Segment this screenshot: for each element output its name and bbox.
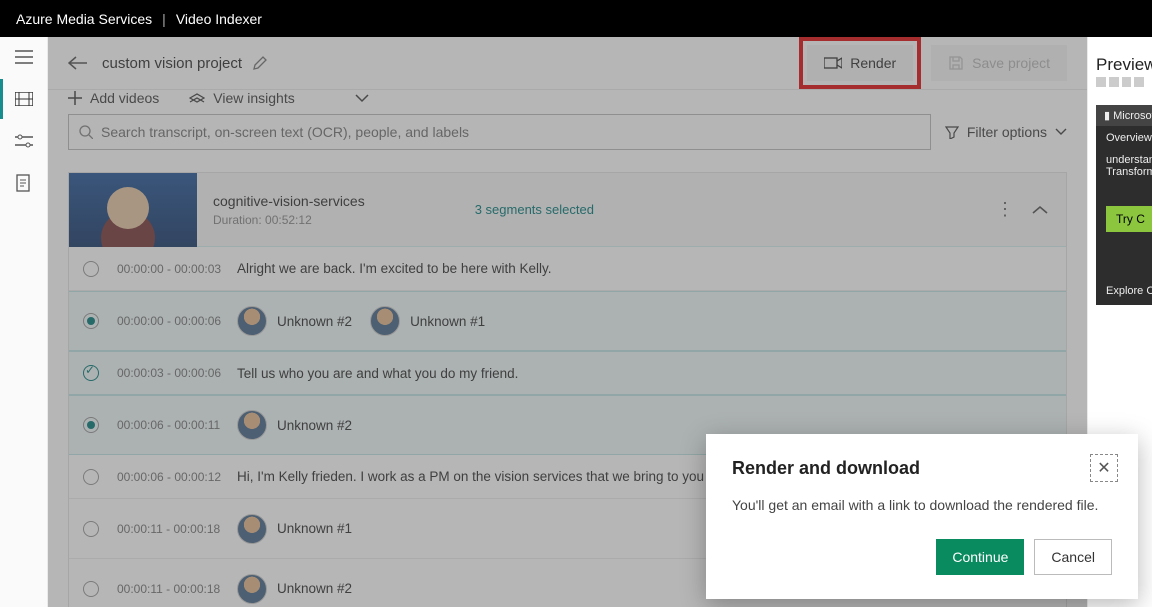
render-highlight-box: Render — [799, 37, 921, 89]
row-timestamp: 00:00:00 - 00:00:06 — [117, 314, 237, 328]
preview-explore: Explore Co — [1106, 285, 1152, 297]
product-label: Video Indexer — [176, 11, 262, 27]
hamburger-icon[interactable] — [14, 47, 34, 67]
row-selector[interactable] — [83, 417, 99, 433]
segments-selected-label: 3 segments selected — [475, 202, 594, 217]
more-options-icon[interactable]: ⋮ — [996, 199, 1014, 220]
person-name: Unknown #2 — [277, 314, 352, 329]
row-timestamp: 00:00:11 - 00:00:18 — [117, 522, 237, 536]
row-timestamp: 00:00:00 - 00:00:03 — [117, 262, 237, 276]
back-arrow-icon[interactable] — [68, 56, 88, 70]
filter-options-label: Filter options — [967, 124, 1047, 140]
add-videos-label: Add videos — [90, 90, 159, 106]
continue-button[interactable]: Continue — [936, 539, 1024, 575]
preview-overview: Overview — [1106, 132, 1152, 144]
row-selector[interactable] — [83, 313, 99, 329]
segment-row[interactable]: 00:00:00 - 00:00:06 Unknown #2 Unknown #1 — [69, 291, 1066, 351]
render-button[interactable]: Render — [807, 45, 913, 81]
row-timestamp: 00:00:03 - 00:00:06 — [117, 366, 237, 380]
row-selector[interactable] — [83, 521, 99, 537]
segment-row[interactable]: 00:00:03 - 00:00:06Tell us who you are a… — [69, 351, 1066, 395]
video-projects-icon[interactable] — [14, 89, 34, 109]
project-toolbar: custom vision project Render Save projec… — [48, 37, 1087, 90]
save-project-button: Save project — [931, 45, 1067, 81]
brand-separator: | — [162, 11, 166, 27]
left-rail — [0, 37, 48, 607]
row-selector[interactable] — [83, 581, 99, 597]
person-avatar[interactable] — [237, 574, 267, 604]
filter-options-button[interactable]: Filter options — [945, 124, 1067, 140]
preview-title: Preview — [1096, 55, 1144, 75]
dialog-title: Render and download — [732, 458, 1112, 479]
secondary-toolbar: Add videos View insights — [48, 90, 1087, 106]
preview-line1: understand — [1106, 154, 1152, 166]
row-selector[interactable] — [83, 469, 99, 485]
person-name: Unknown #1 — [277, 521, 352, 536]
search-input[interactable] — [101, 124, 920, 140]
preview-toolbar-icons — [1096, 77, 1144, 87]
person-avatar[interactable] — [237, 306, 267, 336]
chevron-down-icon[interactable] — [355, 93, 369, 103]
row-timestamp: 00:00:06 - 00:00:12 — [117, 470, 237, 484]
search-row: Filter options — [48, 106, 1087, 164]
transcript-text: Tell us who you are and what you do my f… — [237, 366, 518, 381]
cancel-button[interactable]: Cancel — [1034, 539, 1112, 575]
save-icon — [948, 55, 964, 71]
preview-line2: Transform — [1106, 166, 1152, 178]
person-avatar[interactable] — [237, 410, 267, 440]
person-name: Unknown #2 — [277, 418, 352, 433]
video-name: cognitive-vision-services — [213, 193, 365, 209]
insights-icon — [189, 91, 205, 105]
dialog-body: You'll get an email with a link to downl… — [732, 497, 1112, 513]
video-header: cognitive-vision-services Duration: 00:5… — [69, 173, 1066, 247]
row-selector[interactable] — [83, 261, 99, 277]
person-name: Unknown #2 — [277, 581, 352, 596]
person-avatar[interactable] — [370, 306, 400, 336]
filter-icon — [945, 125, 959, 139]
settings-sliders-icon[interactable] — [14, 131, 34, 151]
person-avatar[interactable] — [237, 514, 267, 544]
add-videos-button[interactable]: Add videos — [68, 90, 159, 106]
segment-row[interactable]: 00:00:00 - 00:00:03Alright we are back. … — [69, 247, 1066, 291]
view-insights-button[interactable]: View insights — [189, 90, 294, 106]
row-timestamp: 00:00:06 - 00:00:11 — [117, 418, 237, 432]
top-bar: Azure Media Services | Video Indexer — [0, 0, 1152, 37]
chevron-down-icon — [1055, 128, 1067, 136]
preview-ms-label: ▮ Microsoft — [1096, 105, 1152, 126]
search-icon — [79, 125, 93, 139]
document-icon[interactable] — [14, 173, 34, 193]
render-dialog: ✕ Render and download You'll get an emai… — [706, 434, 1138, 599]
row-selector[interactable] — [83, 365, 99, 381]
chevron-up-icon[interactable] — [1032, 205, 1048, 215]
render-icon — [824, 56, 842, 70]
row-timestamp: 00:00:11 - 00:00:18 — [117, 582, 237, 596]
render-label: Render — [850, 55, 896, 71]
search-box[interactable] — [68, 114, 931, 150]
video-thumbnail[interactable] — [69, 173, 197, 247]
transcript-text: Alright we are back. I'm excited to be h… — [237, 261, 551, 276]
video-duration: Duration: 00:52:12 — [213, 213, 365, 227]
preview-content-box: ▮ Microsoft Overview understand Transfor… — [1096, 105, 1152, 305]
project-title: custom vision project — [102, 55, 242, 72]
person-name: Unknown #1 — [410, 314, 485, 329]
view-insights-label: View insights — [213, 90, 294, 106]
close-icon[interactable]: ✕ — [1090, 454, 1118, 482]
brand-label: Azure Media Services — [16, 11, 152, 27]
preview-try-button[interactable]: Try C — [1106, 206, 1152, 232]
edit-pencil-icon[interactable] — [252, 55, 268, 71]
plus-icon — [68, 91, 82, 105]
save-label: Save project — [972, 55, 1050, 71]
